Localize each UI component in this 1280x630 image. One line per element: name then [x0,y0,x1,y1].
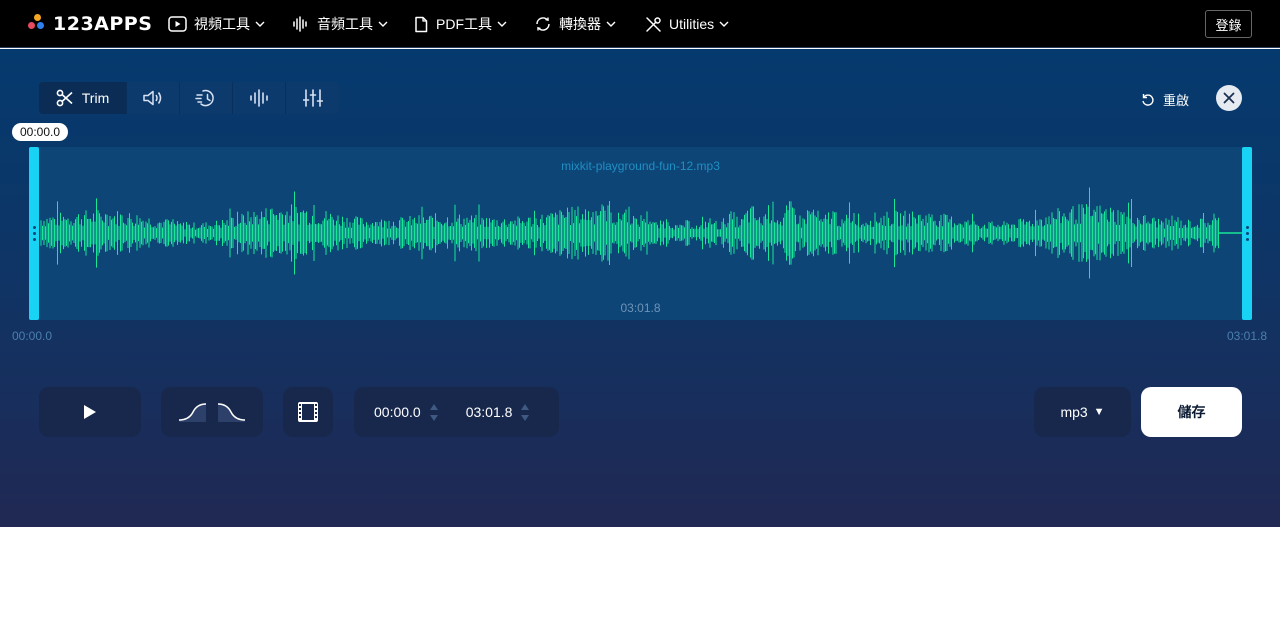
end-time-stepper[interactable] [521,403,530,421]
file-name: mixkit-playground-fun-12.mp3 [561,159,720,173]
start-time-field[interactable]: 00:00.0 [374,403,438,421]
tab-waveform[interactable] [233,82,286,114]
tab-speed[interactable] [180,82,233,114]
fade-in-icon[interactable] [179,402,206,422]
nav-label: 音頻工具 [317,16,373,32]
chevron-down-icon [719,21,729,27]
trim-range-inputs: 00:00.0 03:01.8 [354,387,559,437]
tab-label: Trim [81,90,110,106]
format-value: mp3 [1060,404,1088,420]
logo-dots-icon [28,14,48,34]
speed-icon [195,89,214,107]
nav-pdf-tools[interactable]: PDF工具 [413,14,507,34]
reset-label: 重啟 [1163,93,1190,108]
film-strip-icon [298,402,318,422]
login-button[interactable]: 登錄 [1205,10,1252,38]
trim-end-handle[interactable] [1242,147,1252,320]
tab-volume[interactable] [127,82,180,114]
nav-label: PDF工具 [436,16,492,32]
scissors-icon [56,89,73,107]
volume-icon [143,90,162,106]
caret-down-icon: ▼ [1093,406,1105,418]
nav-video-tools[interactable]: 視頻工具 [168,14,265,34]
reset-button[interactable]: 重啟 [1141,90,1189,109]
start-time-value[interactable]: 00:00.0 [374,404,421,420]
top-navigation: 123APPS 視頻工具 音頻工具 PDF工具 轉換器 Utilities 登錄 [0,0,1280,48]
chevron-down-icon [378,21,388,27]
nav-audio-tools[interactable]: 音頻工具 [292,14,388,34]
timeline-start-label: 00:00.0 [12,329,53,343]
nav-converter[interactable]: 轉換器 [534,14,616,34]
chevron-down-icon [606,21,616,27]
chevron-down-icon [255,21,265,27]
end-time-field[interactable]: 03:01.8 [466,403,530,421]
waveform-icon [250,89,268,107]
brand-name: 123APPS [53,13,153,35]
play-icon [84,405,96,419]
fade-controls [161,387,263,437]
logo[interactable]: 123APPS [28,13,152,35]
nav-label: 視頻工具 [194,16,250,32]
waveform-path [40,187,1219,279]
document-icon [415,16,428,32]
tab-equalizer[interactable] [286,82,339,114]
decrement-arrow-icon[interactable] [521,414,530,421]
chevron-down-icon [497,21,507,27]
undo-icon [1142,93,1154,106]
increment-arrow-icon[interactable] [521,403,530,410]
audio-editor: Trim 重啟 00:00.0 mixkit-playground-fun-12… [0,49,1280,527]
increment-arrow-icon[interactable] [429,403,438,410]
trim-start-handle[interactable] [29,147,39,320]
play-button[interactable] [39,387,141,437]
play-square-icon [168,16,187,32]
fade-out-icon[interactable] [218,402,245,422]
nav-label: 轉換器 [559,16,601,32]
save-button[interactable]: 儲存 [1141,387,1242,437]
video-strip-button[interactable] [283,387,333,437]
tool-tabs: Trim [39,82,339,114]
end-time-value[interactable]: 03:01.8 [466,404,513,420]
convert-icon [536,17,550,31]
tab-trim[interactable]: Trim [39,82,127,114]
decrement-arrow-icon[interactable] [429,414,438,421]
timeline-end-label: 03:01.8 [1227,329,1268,343]
audio-wave-icon [293,16,307,32]
equalizer-icon [302,89,323,107]
format-select[interactable]: mp3 ▼ [1034,387,1131,437]
playhead-time: 00:00.0 [12,123,68,141]
tools-icon [646,16,661,32]
selection-duration: 03:01.8 [620,301,661,315]
close-icon [1223,92,1235,104]
start-time-stepper[interactable] [429,403,438,421]
nav-label: Utilities [669,16,715,32]
close-button[interactable] [1216,85,1242,111]
nav-utilities[interactable]: Utilities [645,14,729,34]
